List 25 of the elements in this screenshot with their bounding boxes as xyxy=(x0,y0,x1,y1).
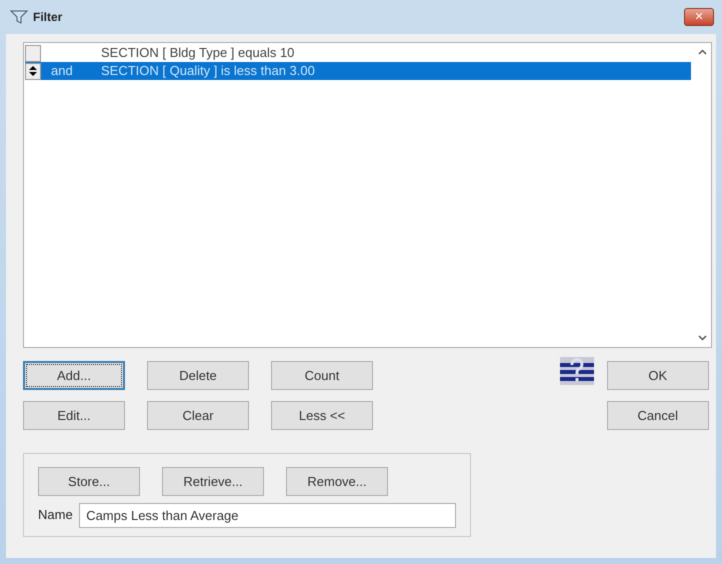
window-title: Filter xyxy=(33,9,62,26)
row-handle-icon[interactable] xyxy=(25,62,41,80)
action-button[interactable]: Edit... xyxy=(23,401,125,430)
condition-row[interactable]: and SECTION [ Quality ] is less than 3.00 xyxy=(25,62,691,80)
action-button[interactable]: Delete xyxy=(147,361,249,390)
filter-store-button[interactable]: Remove... xyxy=(286,467,388,496)
dialog-button[interactable]: Cancel xyxy=(606,401,709,430)
filter-store-button[interactable]: Store... xyxy=(38,467,140,496)
action-button[interactable]: Add... xyxy=(23,361,125,390)
condition-text: SECTION [ Bldg Type ] equals 10 xyxy=(101,44,294,62)
row-handle[interactable] xyxy=(25,44,41,62)
name-field[interactable]: Camps Less than Average xyxy=(79,502,456,528)
dialog-button[interactable]: OK xyxy=(606,361,709,390)
filter-icon xyxy=(10,10,28,24)
action-button[interactable]: Less << xyxy=(271,401,373,430)
scroll-down-icon[interactable] xyxy=(698,335,706,341)
action-button[interactable]: Clear xyxy=(147,401,249,430)
help-icon[interactable] xyxy=(560,357,594,385)
condition-text: SECTION [ Quality ] is less than 3.00 xyxy=(101,62,315,80)
filter-store-button[interactable]: Retrieve... xyxy=(162,467,264,496)
name-label: Name xyxy=(38,506,73,524)
scroll-up-icon[interactable] xyxy=(698,49,706,55)
action-button[interactable]: Count xyxy=(271,361,373,390)
connector-text: and xyxy=(50,62,74,80)
condition-row[interactable]: SECTION [ Bldg Type ] equals 10 xyxy=(25,44,691,62)
